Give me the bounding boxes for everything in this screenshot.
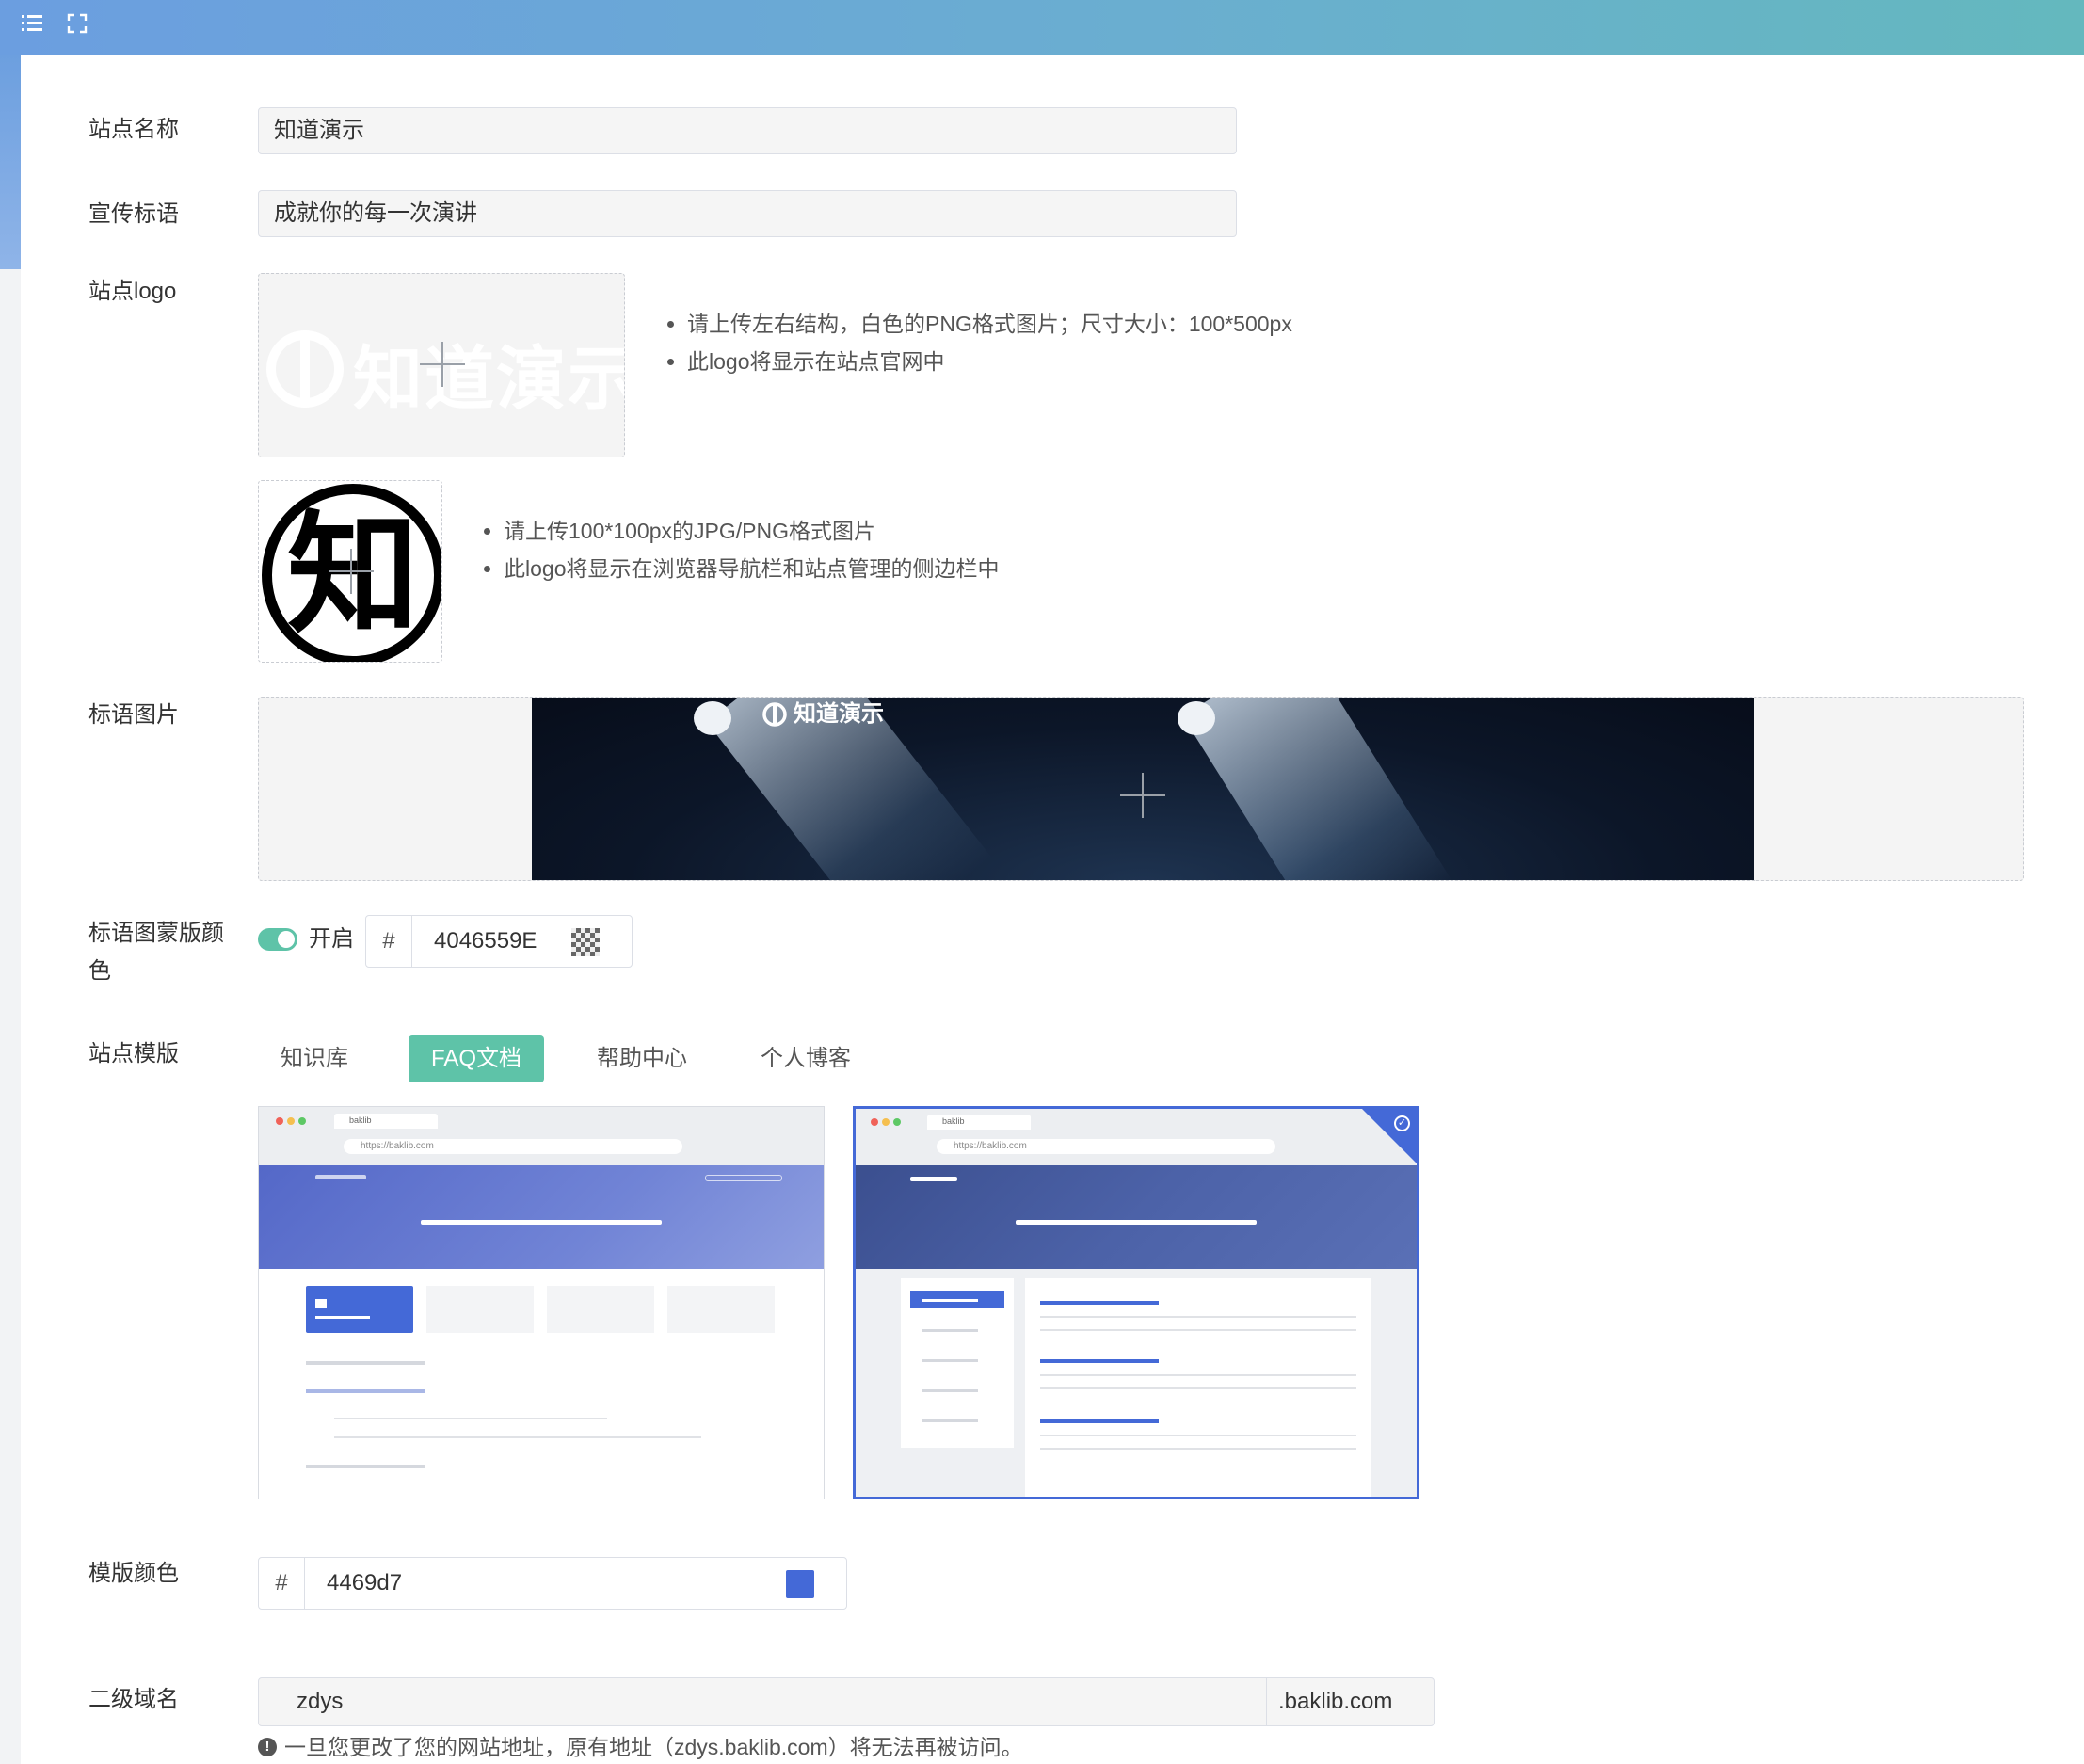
site-name-label: 站点名称: [88, 117, 179, 142]
tab-personal-blog[interactable]: 个人博客: [738, 1035, 874, 1082]
hint-item: 此logo将显示在浏览器导航栏和站点管理的侧边栏中: [504, 550, 999, 587]
color-swatch[interactable]: [571, 928, 600, 956]
site-logo-label: 站点logo: [88, 279, 177, 304]
subdomain-input[interactable]: zdys: [259, 1678, 1266, 1725]
banner-logo-text: 知道演示: [794, 701, 884, 727]
template-color-value[interactable]: 4469d7: [327, 1558, 402, 1609]
fullscreen-icon[interactable]: [62, 11, 92, 41]
slogan-label: 宣传标语: [88, 201, 179, 227]
logo-mark-icon: [266, 330, 344, 408]
template-color-label: 模版颜色: [88, 1561, 179, 1586]
slogan-image-label: 标语图片: [88, 702, 179, 728]
template-hero: [259, 1165, 824, 1269]
upload-plus-icon: [1120, 773, 1165, 818]
selected-corner: [1362, 1109, 1417, 1163]
upload-plus-icon: [329, 549, 374, 594]
banner-logo-icon: [762, 702, 787, 727]
toggle-label: 开启: [309, 926, 354, 952]
subdomain-suffix: .baklib.com: [1266, 1678, 1434, 1725]
slogan-input[interactable]: 成就你的每一次演讲: [258, 190, 1237, 237]
browser-chrome: baklib https://baklib.com: [856, 1109, 1417, 1165]
browser-tab-title: baklib: [349, 1115, 372, 1125]
hash-prefix: #: [366, 916, 412, 967]
spotlight-beam: [1182, 698, 1452, 880]
spotlight-lamp: [694, 701, 731, 735]
top-header-bar: [0, 0, 2084, 55]
browser-chrome: baklib https://baklib.com: [259, 1107, 824, 1165]
template-hero: [856, 1165, 1417, 1269]
banner-preview: 知道演示: [532, 698, 1754, 880]
template-label: 站点模版: [88, 1041, 179, 1066]
hash-prefix: #: [259, 1558, 305, 1609]
icon-logo-upload[interactable]: 知: [258, 480, 442, 663]
sidebar-strip: [0, 55, 21, 269]
subdomain-input-group: zdys .baklib.com: [258, 1677, 1435, 1726]
hint-item: 此logo将显示在站点官网中: [687, 343, 1292, 380]
tab-help-center[interactable]: 帮助中心: [574, 1035, 710, 1082]
slogan-image-upload[interactable]: 知道演示: [258, 697, 2024, 881]
template-card-2[interactable]: baklib https://baklib.com ✓: [853, 1106, 1419, 1499]
mask-color-label: 标语图蒙版颜 色: [88, 915, 224, 990]
icon-logo-hints: 请上传100*100px的JPG/PNG格式图片 此logo将显示在浏览器导航栏…: [475, 512, 999, 587]
spotlight-lamp: [1178, 701, 1215, 735]
template-card-1[interactable]: baklib https://baklib.com: [258, 1106, 825, 1499]
browser-url: https://baklib.com: [361, 1141, 434, 1151]
site-logo-preview-text: 知道演示: [353, 340, 625, 418]
list-icon[interactable]: [17, 11, 47, 41]
mask-color-input[interactable]: # 4046559E: [365, 915, 633, 968]
mask-color-label-line: 色: [88, 958, 111, 984]
tab-faq[interactable]: FAQ文档: [409, 1035, 545, 1082]
sidebar-edge: [0, 269, 21, 1764]
hint-item: 请上传100*100px的JPG/PNG格式图片: [504, 512, 999, 550]
browser-tab-title: baklib: [942, 1116, 965, 1126]
template-color-input[interactable]: # 4469d7: [258, 1557, 847, 1610]
site-logo-upload[interactable]: 知道演示: [258, 273, 625, 457]
hint-item: 请上传左右结构，白色的PNG格式图片；尺寸大小：100*500px: [687, 305, 1292, 343]
color-swatch[interactable]: [786, 1570, 814, 1598]
site-name-input[interactable]: 知道演示: [258, 107, 1237, 154]
mask-color-label-line: 标语图蒙版颜: [88, 921, 224, 946]
check-icon: ✓: [1394, 1115, 1410, 1131]
subdomain-label: 二级域名: [88, 1687, 179, 1712]
browser-url: https://baklib.com: [954, 1141, 1027, 1151]
subdomain-warning: 一旦您更改了您的网站地址，原有地址（zdys.baklib.com）将无法再被访…: [284, 1735, 1023, 1759]
mask-color-value[interactable]: 4046559E: [434, 916, 537, 967]
mask-color-toggle[interactable]: [258, 928, 297, 951]
tab-knowledge-base[interactable]: 知识库: [258, 1035, 371, 1082]
site-logo-hints: 请上传左右结构，白色的PNG格式图片；尺寸大小：100*500px 此logo将…: [659, 305, 1292, 380]
upload-plus-icon: [420, 342, 465, 387]
warning-icon: !: [258, 1738, 277, 1756]
toggle-knob: [278, 931, 295, 948]
